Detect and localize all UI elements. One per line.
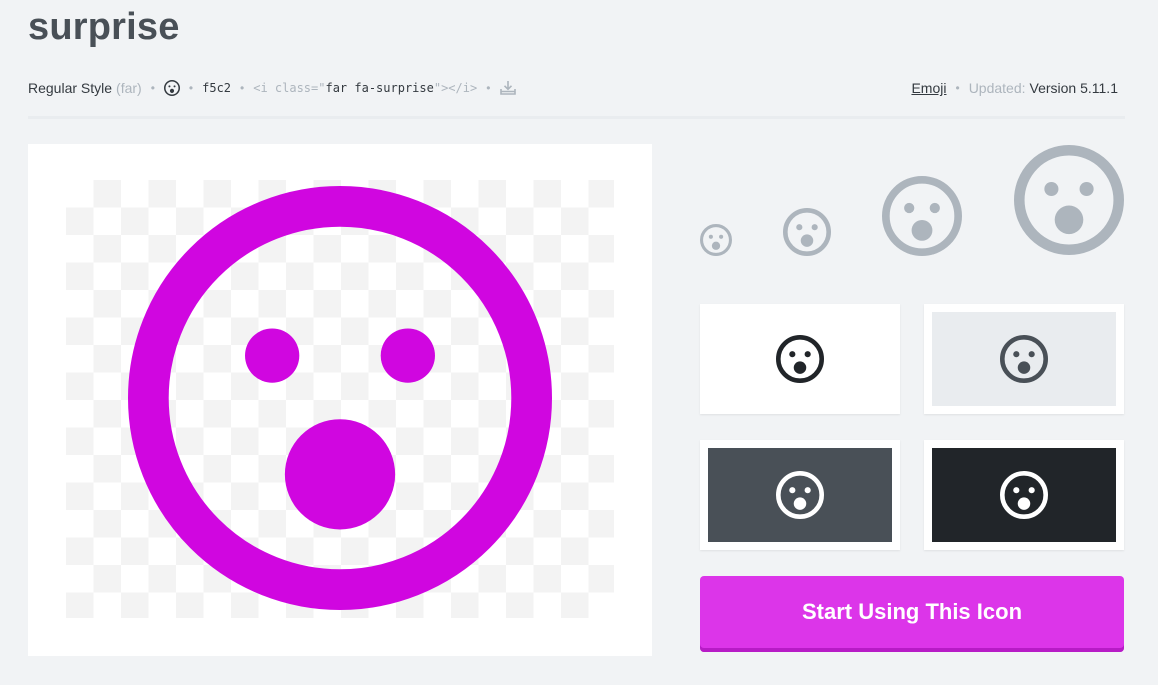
separator: • xyxy=(188,81,194,95)
start-using-button[interactable]: Start Using This Icon xyxy=(700,576,1124,652)
preview-white-bg xyxy=(700,304,900,414)
surprise-icon xyxy=(1000,471,1048,519)
surprise-icon-size-4 xyxy=(1014,145,1124,255)
surprise-icon-size-3 xyxy=(882,176,962,256)
surprise-icon xyxy=(776,471,824,519)
icon-meta-bar: Regular Style (far) • • f5c2 • <i class=… xyxy=(28,78,1118,98)
preview-light-bg xyxy=(924,304,1124,414)
surprise-icon-size-2 xyxy=(783,208,831,256)
size-previews xyxy=(700,140,1130,270)
separator: • xyxy=(955,81,960,95)
html-snippet[interactable]: <i class="far fa-surprise"></i> xyxy=(253,81,477,95)
divider xyxy=(28,116,1125,119)
style-prefix: (far) xyxy=(116,80,142,96)
separator: • xyxy=(486,81,491,95)
style-label: Regular Style xyxy=(28,80,113,96)
surprise-icon-size-1 xyxy=(700,224,732,256)
page-title: surprise xyxy=(28,6,180,48)
icon-preview-panel xyxy=(28,144,652,656)
surprise-icon xyxy=(128,186,552,610)
preview-darker-bg xyxy=(924,440,1124,550)
separator: • xyxy=(150,81,155,95)
updated-label: Updated: xyxy=(968,80,1026,96)
separator: • xyxy=(240,81,245,95)
unicode-value[interactable]: f5c2 xyxy=(202,81,231,95)
surprise-icon xyxy=(776,335,824,383)
version-value: Version 5.11.1 xyxy=(1029,80,1118,96)
surprise-icon xyxy=(164,80,180,96)
preview-dark-bg xyxy=(700,440,900,550)
category-link[interactable]: Emoji xyxy=(911,80,946,96)
surprise-icon xyxy=(1000,335,1048,383)
download-icon[interactable] xyxy=(499,79,517,97)
